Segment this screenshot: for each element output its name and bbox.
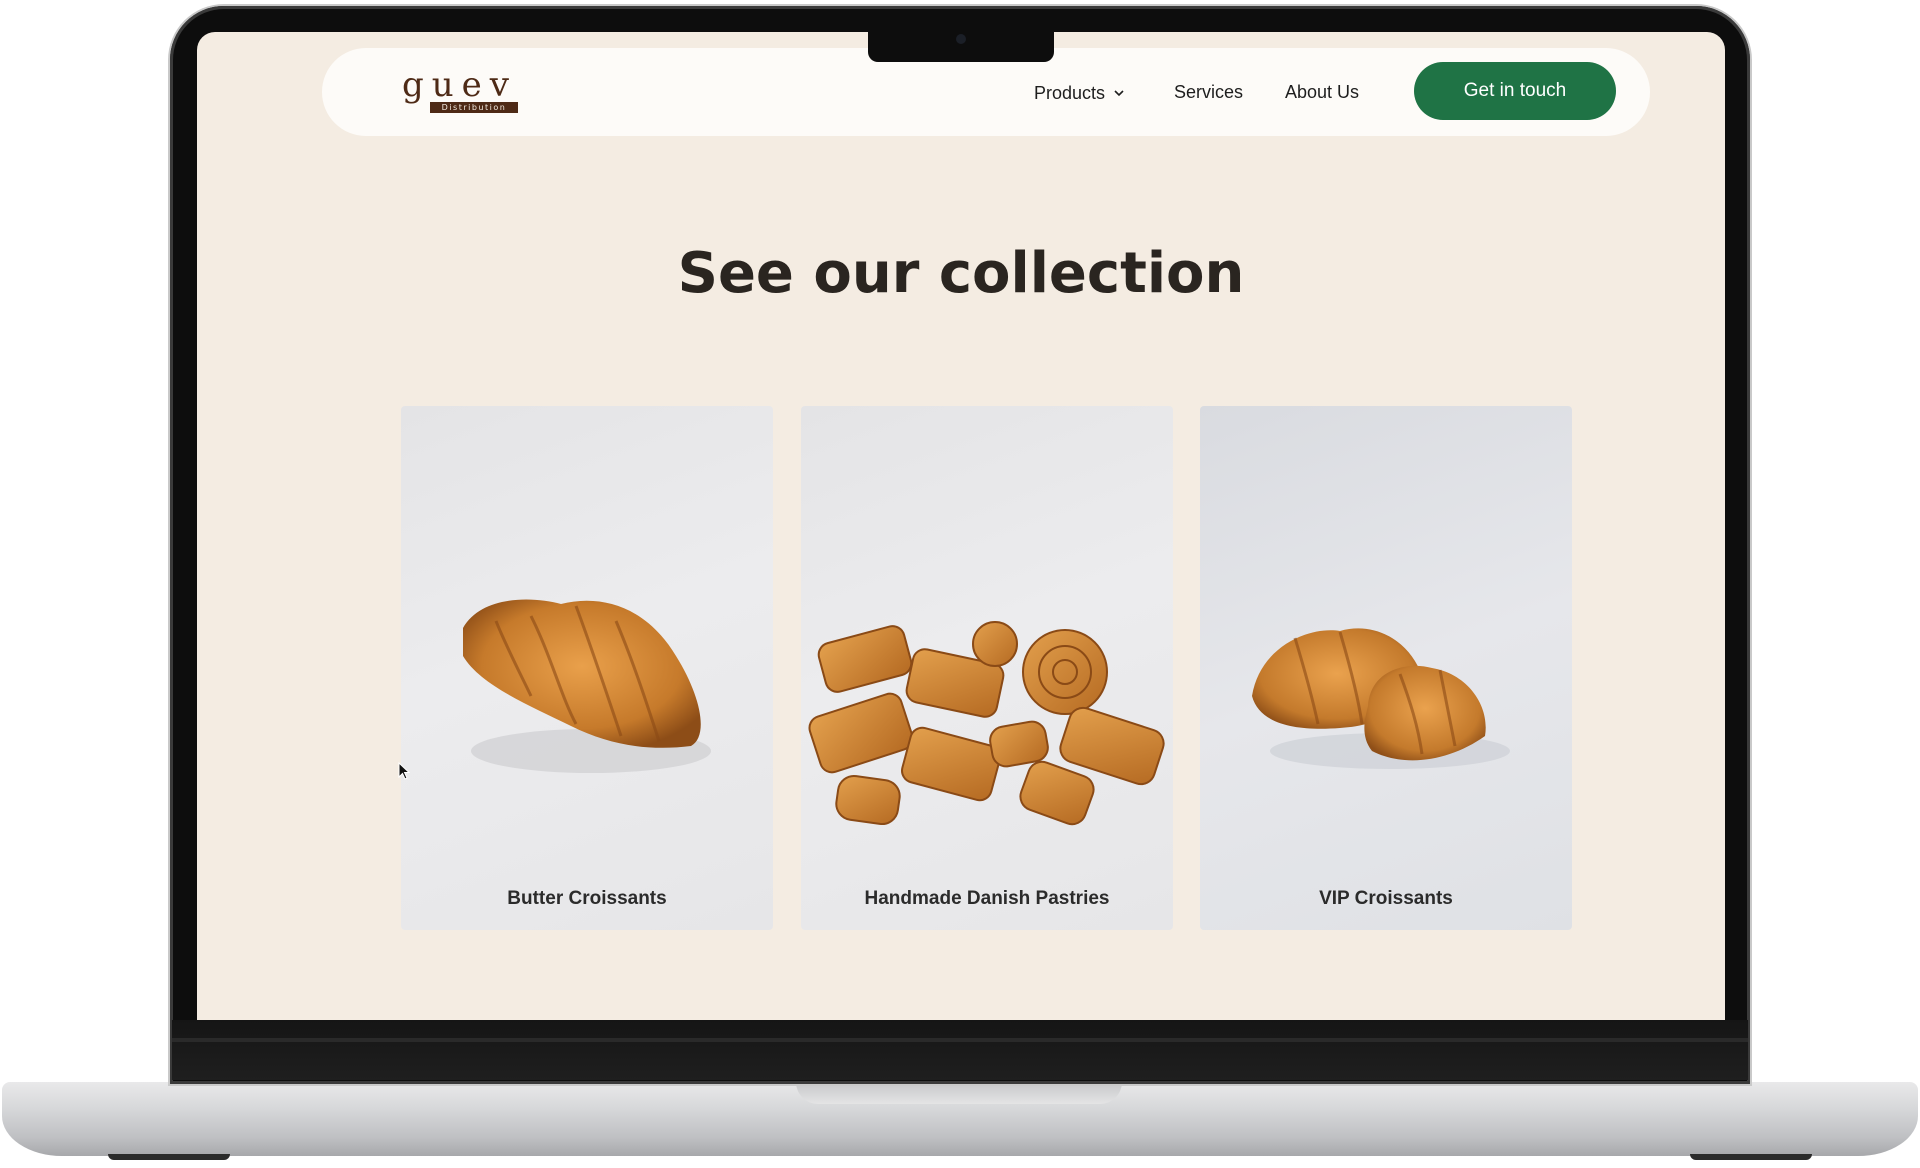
laptop-foot-left <box>108 1154 230 1160</box>
collection-card-vip-croissants[interactable]: VIP Croissants <box>1200 406 1572 930</box>
nav-item-services[interactable]: Services <box>1174 82 1243 104</box>
website-screen: guev Distribution Products Services Abou… <box>197 32 1725 1020</box>
card-label: Butter Croissants <box>507 888 667 909</box>
nav-item-products[interactable]: Products <box>1034 82 1125 104</box>
laptop-chin <box>172 1020 1748 1080</box>
page-title: See our collection <box>677 241 1245 306</box>
nav-item-about-us[interactable]: About Us <box>1285 82 1359 104</box>
camera-icon <box>956 34 966 44</box>
laptop-opening-notch <box>796 1082 1122 1104</box>
logo-subtitle: Distribution <box>430 102 518 113</box>
collection-card-butter-croissants[interactable]: Butter Croissants <box>401 406 773 930</box>
butter-croissant-image <box>463 599 711 773</box>
brand-logo[interactable]: guev Distribution <box>402 66 520 116</box>
camera-notch <box>868 30 1054 62</box>
chevron-down-icon <box>1114 90 1124 97</box>
logo-wordmark: guev <box>402 65 517 105</box>
laptop-chin-divider <box>172 1038 1748 1042</box>
vip-croissants-image <box>1252 628 1510 769</box>
mouse-cursor-icon <box>398 762 410 780</box>
danish-pastries-image <box>808 621 1165 826</box>
get-in-touch-button[interactable]: Get in touch <box>1414 62 1616 120</box>
card-label: VIP Croissants <box>1319 888 1453 909</box>
nav-item-label: Products <box>1034 82 1106 103</box>
collection-card-danish-pastries[interactable]: Handmade Danish Pastries <box>801 406 1173 930</box>
card-label: Handmade Danish Pastries <box>864 888 1110 909</box>
laptop-foot-right <box>1690 1154 1812 1160</box>
